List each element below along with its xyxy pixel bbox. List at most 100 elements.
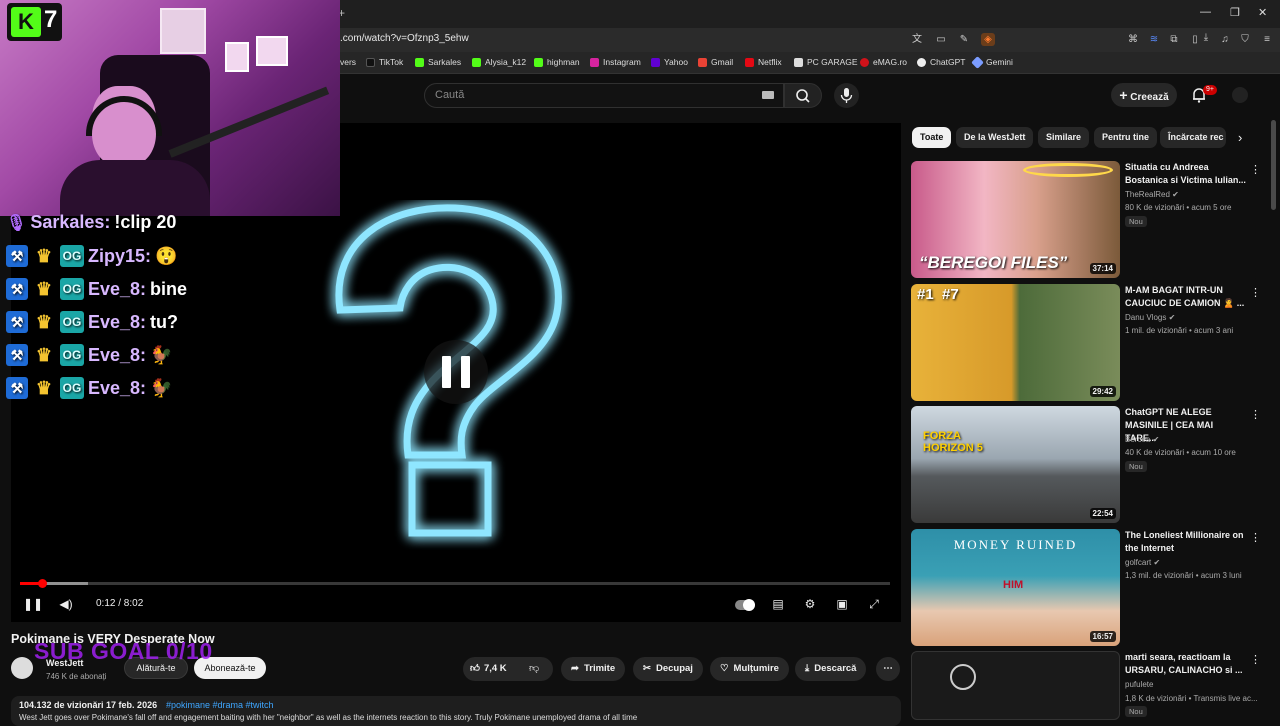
bookmark-item[interactable]: Yahoo xyxy=(651,57,688,67)
pcgarage-icon xyxy=(794,57,803,67)
kick-icon xyxy=(415,57,424,67)
chevron-right-icon[interactable]: › xyxy=(1238,130,1242,145)
bookmark-item[interactable]: Alysia_k12 xyxy=(472,57,526,67)
pause-button[interactable]: ❚❚ xyxy=(23,596,43,612)
music-icon[interactable]: ♫ xyxy=(1218,33,1232,46)
more-vertical-icon[interactable]: ⋮ xyxy=(1250,163,1261,176)
new-badge: Nou xyxy=(1125,461,1147,472)
like-button[interactable]: 👍︎ 7,4 K xyxy=(470,662,507,675)
og-badge-icon: OG xyxy=(60,377,84,399)
voice-search-button[interactable] xyxy=(834,83,859,108)
bookmark-item[interactable]: TikTok xyxy=(366,57,403,67)
channel-name-link[interactable]: pufulete xyxy=(1125,680,1153,689)
download-button[interactable]: ⤓ Descarcă xyxy=(795,657,867,681)
views-and-date: 104.132 de vizionări 17 feb. 2026 xyxy=(19,700,158,710)
video-thumbnail[interactable]: #1 #7 29:42 xyxy=(911,284,1120,401)
bookmark-item[interactable]: vers xyxy=(340,57,356,67)
hashtags[interactable]: #pokimane #drama #twitch xyxy=(166,700,274,710)
video-thumbnail[interactable]: “BEREGOI FILES” 37:14 xyxy=(911,161,1120,278)
center-pause-button[interactable] xyxy=(424,340,488,404)
bookmark-item[interactable]: highman xyxy=(534,57,580,67)
autoplay-toggle[interactable] xyxy=(735,596,755,612)
search-input[interactable]: Caută xyxy=(424,83,784,108)
extension-wave-icon[interactable]: ≋ xyxy=(1147,33,1161,46)
download-icon[interactable]: ⤓ xyxy=(1199,31,1213,44)
chat-text: 🐓 xyxy=(150,344,173,365)
bookmark-item[interactable]: ChatGPT xyxy=(917,57,965,67)
bookmark-item[interactable]: eMAG.ro xyxy=(860,57,907,67)
pause-icon xyxy=(442,356,470,388)
share-button[interactable]: ➦ Trimite xyxy=(561,657,626,681)
clip-button[interactable]: ✂ Decupaj xyxy=(633,657,703,681)
scrubber-handle[interactable] xyxy=(37,579,47,588)
vpn-icon[interactable]: ⛉ xyxy=(1238,33,1252,46)
video-thumbnail[interactable] xyxy=(911,651,1120,720)
chat-text: bine xyxy=(150,278,188,299)
crown-badge-icon: ♛ xyxy=(35,279,53,299)
channel-avatar[interactable] xyxy=(11,657,33,679)
chip-from-channel[interactable]: De la WestJett xyxy=(956,127,1034,148)
share-icon: ➦ xyxy=(571,663,579,674)
video-title-link[interactable]: Situatia cu Andreea Bostanica si Victima… xyxy=(1125,161,1247,187)
moderator-badge-icon: ⚒ xyxy=(6,278,28,300)
bookmark-item[interactable]: Netflix xyxy=(745,57,782,67)
video-title-link[interactable]: The Loneliest Millionaire on the Interne… xyxy=(1125,529,1247,555)
scrollbar[interactable] xyxy=(1271,120,1276,210)
plus-icon: + xyxy=(1119,87,1128,103)
url-field[interactable]: .com/watch?v=Ofznp3_5ehw xyxy=(340,33,469,44)
keyboard-icon[interactable] xyxy=(762,91,774,99)
more-vertical-icon[interactable]: ⋮ xyxy=(1250,653,1261,666)
wall-frame xyxy=(225,42,249,72)
bookmark-item[interactable]: Sarkales xyxy=(415,57,461,67)
bookmark-item[interactable]: Instagram xyxy=(590,57,641,67)
halo-graphic xyxy=(1023,163,1113,177)
new-badge: Nou xyxy=(1125,706,1147,717)
menu-icon[interactable]: ≡ xyxy=(1260,33,1274,46)
more-vertical-icon[interactable]: ⋮ xyxy=(1250,286,1261,299)
miniplayer-icon[interactable]: ▣ xyxy=(833,596,851,612)
minimize-icon[interactable]: — xyxy=(1200,6,1211,18)
bookmark-item[interactable]: PC GARAGE xyxy=(794,57,858,67)
account-avatar[interactable] xyxy=(1232,87,1248,103)
bookmark-item[interactable]: Gmail xyxy=(698,57,733,67)
channel-name-link[interactable]: Danu Vlogs ✔ xyxy=(1125,313,1175,322)
dislike-button[interactable]: 👎︎ xyxy=(529,662,539,674)
settings-icon[interactable]: ⚙ xyxy=(801,596,819,612)
more-vertical-icon[interactable]: ⋮ xyxy=(1250,531,1261,544)
video-thumbnail[interactable]: MONEY RUINED HIM 16:57 xyxy=(911,529,1120,646)
logo-icon xyxy=(950,664,976,690)
subtitles-icon[interactable]: ▤ xyxy=(769,596,787,612)
streamer-body xyxy=(60,160,210,216)
chip-for-you[interactable]: Pentru tine xyxy=(1094,127,1158,148)
cast-icon[interactable]: ▭ xyxy=(934,33,948,46)
more-vertical-icon[interactable]: ⋮ xyxy=(1250,408,1261,421)
channel-name-link[interactable]: golfcart ✔ xyxy=(1125,558,1160,567)
channel-name-link[interactable]: TheRealRed ✔ xyxy=(1125,190,1179,199)
create-button[interactable]: + Creează xyxy=(1111,83,1177,107)
volume-icon[interactable]: ◀) xyxy=(57,596,75,612)
close-window-icon[interactable]: ✕ xyxy=(1258,6,1267,19)
edit-icon[interactable]: ✎ xyxy=(957,33,971,46)
channel-logo: K 7 xyxy=(7,3,62,41)
brave-shield-icon[interactable]: ◈ xyxy=(981,33,995,46)
progress-bar[interactable] xyxy=(20,582,890,585)
search-button[interactable] xyxy=(784,83,822,108)
more-actions-button[interactable]: ⋯ xyxy=(876,657,900,681)
channel-name-link[interactable]: Bercea ✔ xyxy=(1125,435,1159,444)
mic-icon: 🎙︎ xyxy=(6,214,27,232)
maximize-icon[interactable]: ❐ xyxy=(1230,6,1240,19)
puzzle-icon[interactable]: ⧉ xyxy=(1167,33,1181,46)
video-thumbnail[interactable]: FORZA HORIZON 5 22:54 xyxy=(911,406,1120,523)
bookmark-item[interactable]: Gemini xyxy=(971,55,1013,69)
chip-related[interactable]: Similare xyxy=(1038,127,1090,148)
thanks-button[interactable]: ♡ Mulțumire xyxy=(710,657,789,681)
chip-all[interactable]: Toate xyxy=(912,127,952,148)
kick-icon xyxy=(472,57,481,67)
video-title-link[interactable]: M-AM BAGAT INTR-UN CAUCIUC DE CAMION 🙎 .… xyxy=(1125,284,1247,310)
video-title-link[interactable]: marti seara, reactioam la URSARU, CALINA… xyxy=(1125,651,1247,677)
translate-icon[interactable]: 文 xyxy=(910,33,924,46)
extension-game-icon[interactable]: ⌘ xyxy=(1126,33,1140,46)
fullscreen-icon[interactable]: ⤢ xyxy=(865,596,883,612)
verified-icon: ✔ xyxy=(1153,558,1161,567)
chip-recent[interactable]: Încărcate rec xyxy=(1160,127,1226,148)
